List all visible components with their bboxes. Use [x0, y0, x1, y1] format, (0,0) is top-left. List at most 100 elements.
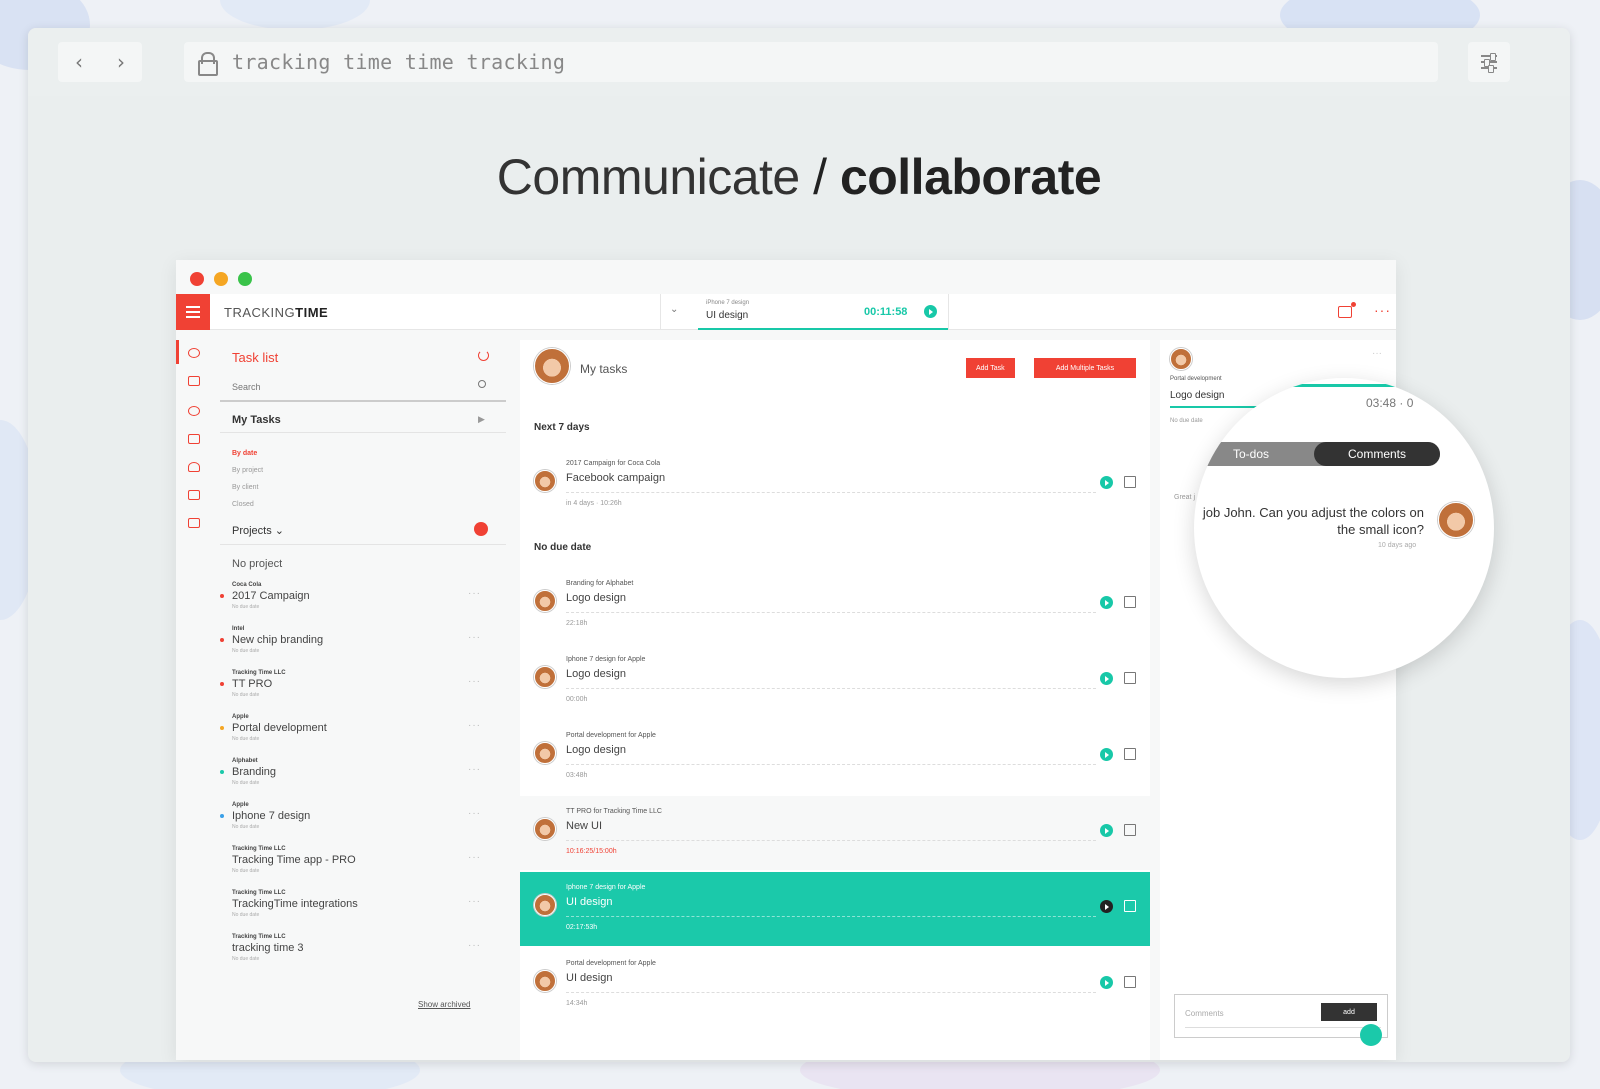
filter-icon[interactable]: ▶ — [478, 414, 485, 425]
notification-icon[interactable] — [1338, 302, 1356, 318]
avatar — [534, 818, 556, 840]
filter-closed[interactable]: Closed — [232, 501, 254, 508]
avatar — [534, 666, 556, 688]
show-archived-link[interactable]: Show archived — [418, 1000, 470, 1009]
task-meta: in 4 days · 10:26h — [566, 500, 622, 507]
minimize-dot[interactable] — [214, 272, 228, 286]
project-item[interactable]: Apple Iphone 7 design No due date ··· — [220, 796, 506, 836]
project-item[interactable]: Coca Cola 2017 Campaign No due date ··· — [220, 576, 506, 616]
more-icon[interactable]: ··· — [468, 588, 481, 599]
chevron-down-icon[interactable]: ⌄ — [670, 304, 678, 315]
project-item[interactable]: Apple Portal development No due date ··· — [220, 708, 506, 748]
play-icon[interactable] — [1100, 672, 1113, 685]
task-row[interactable]: TT PRO for Tracking Time LLC New UI 10:16:… — [520, 796, 1150, 870]
task-meta: 02:17:53h — [566, 924, 598, 931]
play-icon[interactable] — [924, 305, 937, 318]
headline-part1: Communicate — [496, 149, 800, 205]
refresh-icon[interactable] — [478, 350, 489, 361]
task-row[interactable]: Iphone 7 design for Apple Logo design 00:0… — [520, 644, 1150, 718]
more-icon[interactable]: ··· — [468, 940, 481, 951]
filter-by-project[interactable]: By project — [232, 467, 263, 474]
comment-input[interactable]: Comments — [1185, 1009, 1224, 1018]
headline-separator: / — [799, 149, 840, 205]
add-multiple-tasks-button[interactable]: Add Multiple Tasks — [1034, 358, 1136, 378]
task-row[interactable]: Iphone 7 design for Apple UI design 02:17:… — [520, 872, 1150, 946]
task-row[interactable]: Portal development for Apple UI design 14:… — [520, 948, 1150, 1022]
more-icon[interactable]: ··· — [1372, 348, 1382, 359]
more-icon[interactable]: ··· — [468, 896, 481, 907]
task-project: Branding for Alphabet — [566, 580, 634, 587]
more-icon[interactable]: ··· — [468, 720, 481, 731]
clock-icon[interactable] — [188, 406, 200, 416]
timer-widget[interactable]: iPhone 7 design UI design 00:11:58 — [698, 294, 948, 330]
tab-todos[interactable]: To-dos — [1194, 442, 1314, 466]
play-icon[interactable] — [1100, 476, 1113, 489]
task-checkbox[interactable] — [1124, 824, 1136, 836]
project-item[interactable]: Intel New chip branding No due date ··· — [220, 620, 506, 660]
hamburger-icon[interactable] — [176, 294, 210, 330]
play-icon[interactable] — [1100, 596, 1113, 609]
chat-fab-icon[interactable] — [1360, 1024, 1382, 1046]
browser-window: ‹ › tracking time time tracking Communic… — [28, 28, 1570, 1062]
project-client: Apple — [232, 802, 249, 808]
browser-toolbar: ‹ › tracking time time tracking — [28, 28, 1570, 96]
more-icon[interactable]: ··· — [468, 808, 481, 819]
maximize-dot[interactable] — [238, 272, 252, 286]
project-item[interactable]: Tracking Time LLC tracking time 3 No due d… — [220, 928, 506, 968]
more-icon[interactable]: ··· — [1374, 302, 1391, 318]
tab-comments[interactable]: Comments — [1314, 442, 1440, 466]
play-icon[interactable] — [1100, 976, 1113, 989]
mag-time: 03:48 · 0 — [1366, 396, 1414, 410]
more-icon[interactable]: ··· — [468, 632, 481, 643]
project-name: Portal development — [232, 722, 327, 734]
forward-button[interactable]: › — [100, 42, 142, 82]
task-project: Iphone 7 design for Apple — [566, 884, 646, 891]
add-task-button[interactable]: Add Task — [966, 358, 1015, 378]
my-tasks-label[interactable]: My Tasks — [232, 414, 281, 426]
project-due: No due date — [232, 824, 260, 830]
play-icon[interactable] — [1100, 748, 1113, 761]
task-checkbox[interactable] — [1124, 596, 1136, 608]
board-icon[interactable] — [188, 376, 200, 386]
project-item[interactable]: Tracking Time LLC TrackingTime integratio… — [220, 884, 506, 924]
url-bar[interactable]: tracking time time tracking — [184, 42, 1438, 82]
add-project-icon[interactable] — [474, 522, 488, 536]
calendar-icon[interactable] — [188, 434, 200, 444]
projects-label[interactable]: Projects ⌄ — [232, 524, 284, 537]
task-row[interactable]: Portal development for Apple Logo design 0… — [520, 720, 1150, 794]
reports-icon[interactable] — [188, 490, 200, 500]
task-checkbox[interactable] — [1124, 476, 1136, 488]
user-icon[interactable] — [188, 462, 200, 472]
project-item[interactable]: Tracking Time LLC TT PRO No due date ··· — [220, 664, 506, 704]
filter-by-client[interactable]: By client — [232, 484, 258, 491]
add-comment-button[interactable]: add — [1321, 1003, 1377, 1021]
close-dot[interactable] — [190, 272, 204, 286]
more-icon[interactable]: ··· — [468, 676, 481, 687]
task-meta: 14:34h — [566, 1000, 588, 1007]
task-meta: 03:48h — [566, 772, 588, 779]
task-checkbox[interactable] — [1124, 672, 1136, 684]
project-color-dot — [220, 726, 224, 730]
search-icon[interactable] — [478, 380, 486, 388]
task-checkbox[interactable] — [1124, 748, 1136, 760]
play-icon[interactable] — [1100, 900, 1113, 913]
project-item[interactable]: Tracking Time LLC Tracking Time app - PRO… — [220, 840, 506, 880]
project-due: No due date — [232, 692, 260, 698]
play-icon[interactable] — [1100, 824, 1113, 837]
task-checkbox[interactable] — [1124, 900, 1136, 912]
team-icon[interactable] — [188, 518, 200, 528]
tasks-icon[interactable] — [188, 348, 200, 358]
project-client: Tracking Time LLC — [232, 934, 286, 940]
back-button[interactable]: ‹ — [58, 42, 100, 82]
search-input[interactable]: Search — [232, 382, 261, 392]
filter-by-date[interactable]: By date — [232, 450, 257, 457]
no-project-item[interactable]: No project — [232, 558, 282, 570]
sliders-icon[interactable] — [1468, 42, 1510, 82]
project-item[interactable]: Alphabet Branding No due date ··· — [220, 752, 506, 792]
task-checkbox[interactable] — [1124, 976, 1136, 988]
project-client: Tracking Time LLC — [232, 670, 286, 676]
task-row[interactable]: 2017 Campaign for Coca Cola Facebook camp… — [520, 448, 1150, 522]
more-icon[interactable]: ··· — [468, 764, 481, 775]
task-row[interactable]: Branding for Alphabet Logo design 22:18h — [520, 568, 1150, 642]
more-icon[interactable]: ··· — [468, 852, 481, 863]
